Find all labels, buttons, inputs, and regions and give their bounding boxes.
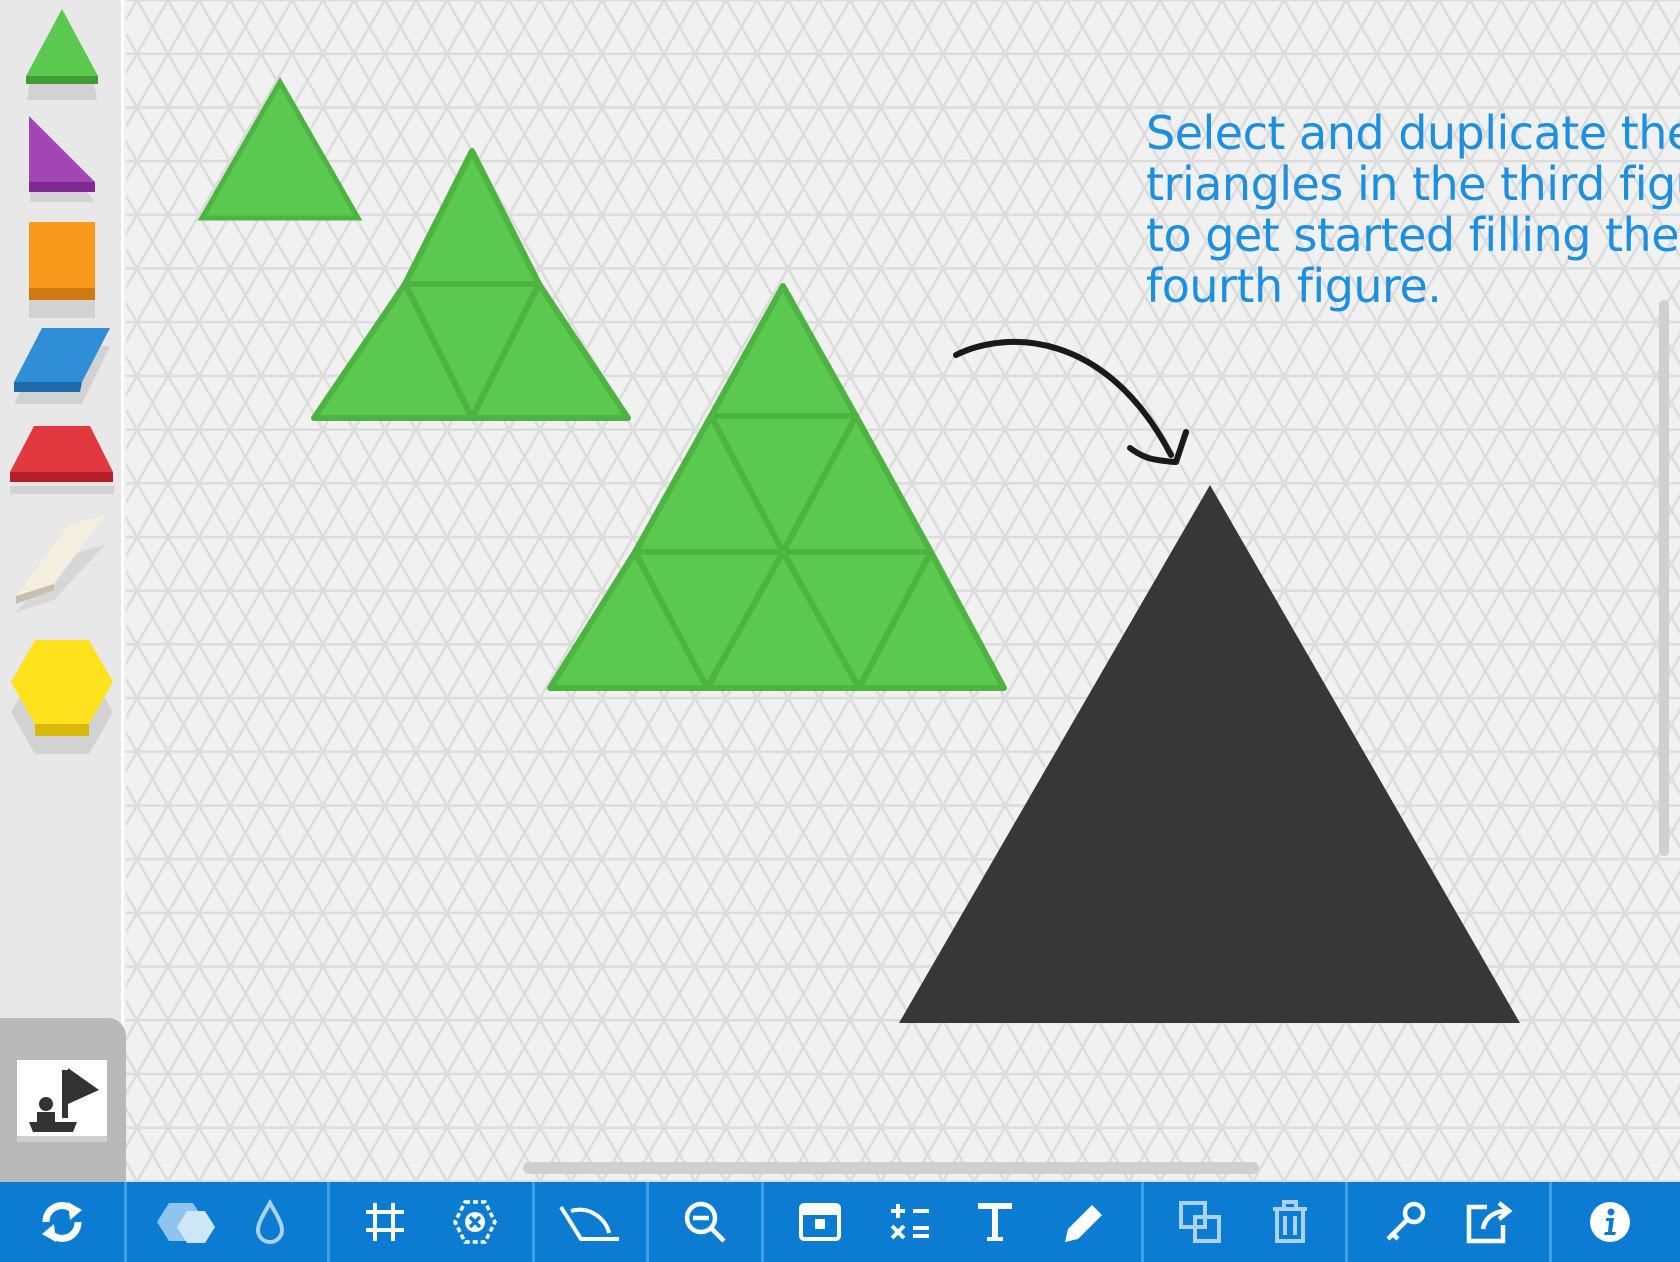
reveal-button[interactable]: [785, 1182, 855, 1262]
refresh-icon: [42, 1202, 82, 1242]
color-fill-button[interactable]: [235, 1182, 305, 1262]
triangle-shape-icon[interactable]: [0, 6, 124, 102]
figure-3[interactable]: [547, 283, 1007, 691]
color-fill-icon: [255, 1198, 285, 1244]
figure-1[interactable]: [197, 76, 363, 221]
curved-arrow-icon: [953, 339, 1189, 465]
right-triangle-shape-icon[interactable]: [0, 110, 124, 210]
square-shape-icon[interactable]: [0, 218, 124, 318]
trapezoid-shape-icon[interactable]: [0, 420, 124, 500]
text-icon: [978, 1203, 1012, 1241]
snap-icon: [453, 1200, 497, 1244]
share-icon: [1466, 1201, 1513, 1244]
shapes-icon: [157, 1203, 215, 1243]
zoom-out-button[interactable]: [670, 1182, 740, 1262]
thin-rhombus-shape-icon[interactable]: [0, 510, 124, 620]
toolbar-divider: [1549, 1182, 1552, 1262]
angle-button[interactable]: [550, 1182, 630, 1262]
rhombus-shape-icon[interactable]: [0, 322, 124, 412]
toolbar-divider: [761, 1182, 764, 1262]
figure-2[interactable]: [311, 148, 631, 421]
instruction-text: Select and duplicate the triangles in th…: [1146, 108, 1680, 312]
toolbar-divider: [1345, 1182, 1348, 1262]
horizontal-scrollbar[interactable]: [523, 1162, 1259, 1174]
toolbar-divider: [124, 1182, 127, 1262]
reveal-icon: [799, 1203, 841, 1241]
pencil-icon: [1065, 1205, 1102, 1242]
trash-icon: [1273, 1200, 1307, 1243]
share-button[interactable]: [1455, 1182, 1525, 1262]
stamp-button[interactable]: [17, 1060, 107, 1142]
toolbar-divider: [532, 1182, 535, 1262]
workspace-canvas[interactable]: Select and duplicate the triangles in th…: [126, 0, 1680, 1182]
key-icon: [1386, 1201, 1426, 1241]
green-triangle[interactable]: [197, 76, 363, 221]
shapes-button[interactable]: [140, 1182, 230, 1262]
info-icon: [1590, 1202, 1630, 1242]
toolbar-divider: [327, 1182, 330, 1262]
text-button[interactable]: [960, 1182, 1030, 1262]
stamp-panel: [0, 1018, 126, 1182]
instruction-line: triangles in the third figure: [1146, 157, 1680, 211]
pencil-button[interactable]: [1050, 1182, 1120, 1262]
toolbar-divider: [1141, 1182, 1144, 1262]
toolbar-divider: [646, 1182, 649, 1262]
duplicate-button[interactable]: [1165, 1182, 1235, 1262]
instruction-line: Select and duplicate the: [1146, 106, 1680, 160]
key-button[interactable]: [1370, 1182, 1440, 1262]
bottom-toolbar: [0, 1182, 1680, 1262]
shape-palette: [0, 0, 126, 1182]
zoom-out-icon: [684, 1201, 726, 1243]
grid-button[interactable]: [355, 1182, 415, 1262]
grid-icon: [366, 1203, 404, 1241]
info-button[interactable]: [1570, 1182, 1650, 1262]
math-ops-button[interactable]: [875, 1182, 945, 1262]
vertical-scrollbar[interactable]: [1659, 300, 1669, 856]
math-ops-icon: [890, 1204, 929, 1240]
trash-button[interactable]: [1255, 1182, 1325, 1262]
instruction-line: to get started filling the: [1146, 208, 1680, 262]
refresh-button[interactable]: [0, 1182, 124, 1262]
angle-icon: [559, 1205, 619, 1241]
stamp-icon: [17, 1068, 107, 1142]
duplicate-icon: [1179, 1201, 1221, 1243]
snap-button[interactable]: [445, 1182, 505, 1262]
hexagon-shape-icon[interactable]: [0, 632, 124, 762]
target-triangle: [899, 485, 1520, 1023]
instruction-line: fourth figure.: [1146, 259, 1442, 313]
